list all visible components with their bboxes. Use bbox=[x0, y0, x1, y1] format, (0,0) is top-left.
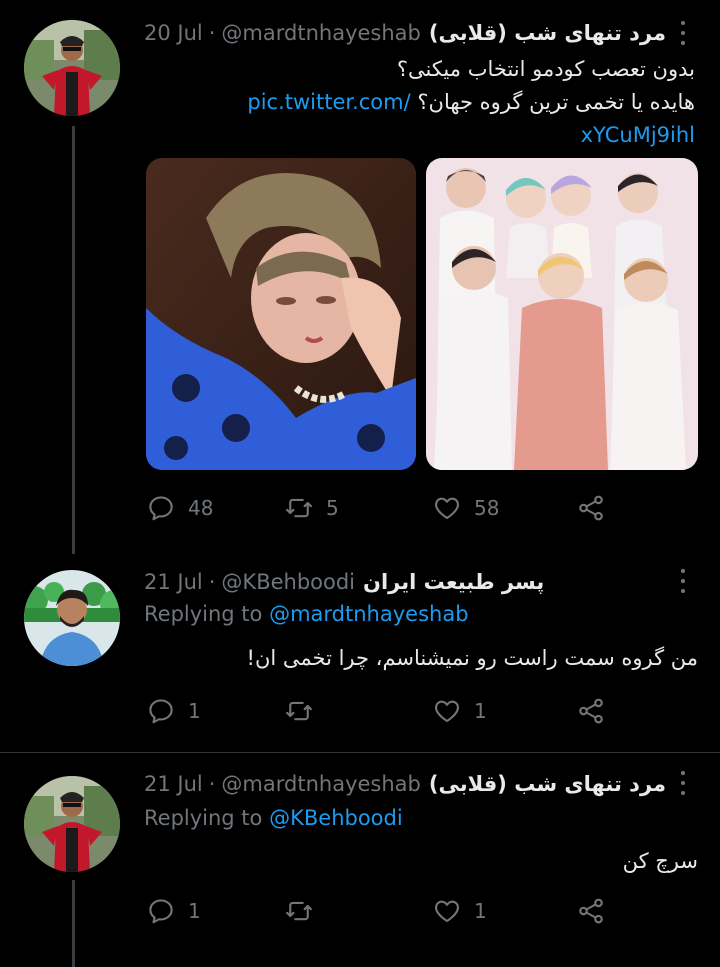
reply-icon[interactable] bbox=[146, 696, 176, 726]
reply-count: 1 bbox=[188, 899, 201, 923]
tweet-date[interactable]: 21 Jul bbox=[144, 570, 203, 594]
tweet-text-line: هایده یا تخمی ترین گروه جهان؟ bbox=[417, 90, 695, 114]
media-link[interactable]: pic.twitter.com/ bbox=[247, 90, 410, 114]
tweet-date[interactable]: 20 Jul bbox=[144, 21, 203, 45]
media-link-line: xYCuMj9ihl bbox=[135, 120, 695, 151]
heart-icon[interactable] bbox=[432, 696, 462, 726]
like-action[interactable]: 1 bbox=[432, 694, 487, 728]
tweet-text-line: هایده یا تخمی ترین گروه جهان؟ pic.twitte… bbox=[135, 87, 695, 118]
like-count: 58 bbox=[474, 496, 500, 520]
tweet-text: بدون تعصب کودمو انتخاب میکنی؟ هایده یا ت… bbox=[135, 54, 695, 151]
more-options-icon[interactable] bbox=[678, 566, 688, 596]
reply-action[interactable]: 48 bbox=[146, 491, 213, 525]
tweet-actions: 48 5 58 bbox=[144, 491, 624, 525]
separator-dot: · bbox=[208, 772, 216, 796]
tweet-text-line: بدون تعصب کودمو انتخاب میکنی؟ bbox=[396, 57, 695, 81]
user-handle[interactable]: @KBehboodi bbox=[221, 570, 355, 594]
reply-icon[interactable] bbox=[146, 493, 176, 523]
tweet-actions: 1 1 bbox=[144, 894, 624, 928]
tweet[interactable]: مرد تنهای شب (قلابی) @mardtnhayeshab · 2… bbox=[0, 0, 720, 540]
reply-count: 1 bbox=[188, 699, 201, 723]
share-icon[interactable] bbox=[576, 696, 606, 726]
share-action[interactable] bbox=[576, 491, 606, 525]
retweet-action[interactable]: 5 bbox=[284, 491, 339, 525]
tweet-header: پسر طبیعت ایران @KBehboodi · 21 Jul bbox=[144, 566, 666, 598]
display-name[interactable]: مرد تنهای شب (قلابی) bbox=[429, 772, 666, 796]
replying-to: Replying to @KBehboodi bbox=[144, 806, 403, 830]
tweet-text: من گروه سمت راست رو نمیشناسم، چرا تخمی ا… bbox=[246, 646, 698, 670]
retweet-action[interactable] bbox=[284, 894, 326, 928]
display-name[interactable]: پسر طبیعت ایران bbox=[363, 570, 544, 594]
tweet-header: مرد تنهای شب (قلابی) @mardtnhayeshab · 2… bbox=[144, 17, 666, 49]
like-action[interactable]: 58 bbox=[432, 491, 499, 525]
more-options-icon[interactable] bbox=[678, 768, 688, 798]
reply-action[interactable]: 1 bbox=[146, 894, 201, 928]
share-icon[interactable] bbox=[576, 493, 606, 523]
tweet-text: سرچ کن bbox=[622, 849, 698, 873]
retweet-action[interactable] bbox=[284, 694, 326, 728]
retweet-icon[interactable] bbox=[284, 696, 314, 726]
reply-action[interactable]: 1 bbox=[146, 694, 201, 728]
tweet[interactable]: مرد تنهای شب (قلابی) @mardtnhayeshab · 2… bbox=[0, 756, 720, 967]
tweet-actions: 1 1 bbox=[144, 694, 624, 728]
like-count: 1 bbox=[474, 699, 487, 723]
user-handle[interactable]: @mardtnhayeshab bbox=[221, 772, 420, 796]
avatar[interactable] bbox=[24, 570, 120, 666]
user-handle[interactable]: @mardtnhayeshab bbox=[221, 21, 420, 45]
heart-icon[interactable] bbox=[432, 896, 462, 926]
tweet-divider bbox=[0, 752, 720, 753]
like-action[interactable]: 1 bbox=[432, 894, 487, 928]
retweet-icon[interactable] bbox=[284, 493, 314, 523]
replying-to-label: Replying to bbox=[144, 806, 263, 830]
media-image-left[interactable] bbox=[146, 158, 416, 470]
retweet-icon[interactable] bbox=[284, 896, 314, 926]
share-icon[interactable] bbox=[576, 896, 606, 926]
more-options-icon[interactable] bbox=[678, 18, 688, 48]
tweet-header: مرد تنهای شب (قلابی) @mardtnhayeshab · 2… bbox=[144, 768, 666, 800]
share-action[interactable] bbox=[576, 894, 606, 928]
replying-to-label: Replying to bbox=[144, 602, 263, 626]
avatar[interactable] bbox=[24, 776, 120, 872]
separator-dot: · bbox=[208, 570, 216, 594]
display-name[interactable]: مرد تنهای شب (قلابی) bbox=[429, 21, 666, 45]
reply-count: 48 bbox=[188, 496, 214, 520]
separator-dot: · bbox=[208, 21, 216, 45]
like-count: 1 bbox=[474, 899, 487, 923]
media-link[interactable]: xYCuMj9ihl bbox=[581, 123, 695, 147]
replying-to-mention[interactable]: @mardtnhayeshab bbox=[269, 602, 468, 626]
reply-icon[interactable] bbox=[146, 896, 176, 926]
replying-to-mention[interactable]: @KBehboodi bbox=[269, 806, 403, 830]
heart-icon[interactable] bbox=[432, 493, 462, 523]
replying-to: Replying to @mardtnhayeshab bbox=[144, 602, 469, 626]
avatar[interactable] bbox=[24, 20, 120, 116]
tweet-date[interactable]: 21 Jul bbox=[144, 772, 203, 796]
media-image-right[interactable] bbox=[426, 158, 698, 470]
tweet[interactable]: پسر طبیعت ایران @KBehboodi · 21 Jul Repl… bbox=[0, 554, 720, 754]
retweet-count: 5 bbox=[326, 496, 339, 520]
share-action[interactable] bbox=[576, 694, 606, 728]
